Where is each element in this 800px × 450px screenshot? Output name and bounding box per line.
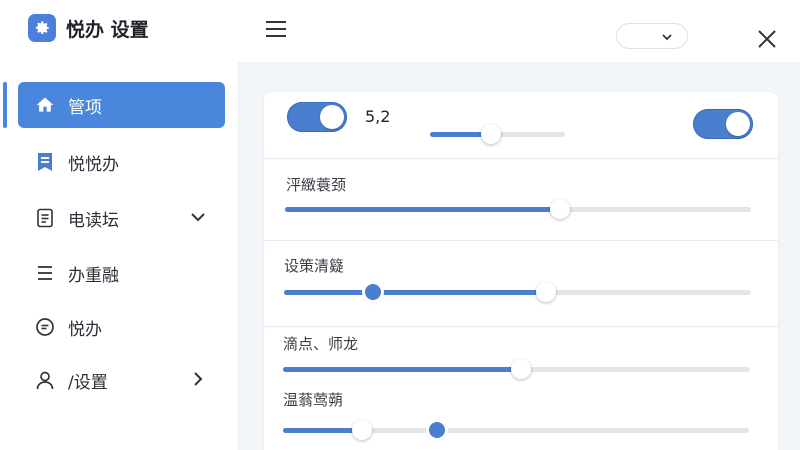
gear-icon bbox=[28, 14, 56, 42]
app-title: 悦办 设置 bbox=[66, 18, 149, 41]
sidebar-item-label: /设置 bbox=[68, 372, 108, 393]
chevron-right-icon[interactable] bbox=[189, 370, 207, 388]
home-icon bbox=[34, 94, 56, 116]
sidebar-item-yueyueban[interactable]: 悦悦办 bbox=[18, 139, 225, 185]
value-text: 5,2 bbox=[365, 107, 391, 126]
divider bbox=[264, 240, 778, 241]
slider[interactable] bbox=[283, 420, 749, 440]
slider-label: 设策清籎 bbox=[284, 257, 345, 275]
toggle-knob bbox=[320, 105, 344, 129]
slider-thumb[interactable] bbox=[535, 282, 556, 302]
bookmark-icon bbox=[34, 151, 56, 173]
close-icon[interactable] bbox=[756, 28, 778, 50]
divider bbox=[264, 326, 778, 327]
chevron-down-icon[interactable] bbox=[189, 208, 207, 226]
slider-fill bbox=[283, 428, 363, 433]
toggle-left[interactable] bbox=[287, 102, 347, 132]
slider-thumb[interactable] bbox=[549, 199, 570, 219]
hamburger-icon[interactable] bbox=[264, 18, 288, 40]
divider bbox=[264, 158, 778, 159]
chevron-down-icon bbox=[661, 27, 673, 46]
slider-thumb-secondary[interactable] bbox=[428, 422, 445, 438]
document-icon bbox=[34, 207, 56, 229]
toggle-knob bbox=[726, 112, 750, 136]
sidebar-item-label: 办重融 bbox=[68, 265, 119, 286]
sidebar-item-label: 电读坛 bbox=[68, 210, 119, 231]
mini-slider[interactable] bbox=[430, 124, 565, 144]
sidebar-item-label: 悦悦办 bbox=[68, 154, 119, 175]
sidebar-item-label: 悦办 bbox=[68, 319, 102, 340]
active-indicator bbox=[3, 82, 7, 128]
sidebar-item-label: 管项 bbox=[68, 97, 102, 118]
sidebar: 悦办 设置 管项 悦悦办 电读坛 办重融 悦办 /设置 bbox=[0, 0, 239, 450]
sidebar-item-dianduotan[interactable]: 电读坛 bbox=[18, 195, 225, 241]
app-header: 悦办 设置 bbox=[28, 14, 149, 42]
user-icon bbox=[34, 369, 56, 391]
slider-fill bbox=[285, 207, 560, 212]
slider[interactable] bbox=[285, 199, 751, 219]
list-icon bbox=[34, 262, 56, 284]
toggle-right[interactable] bbox=[693, 109, 753, 139]
sidebar-item-banzhongrong[interactable]: 办重融 bbox=[18, 250, 225, 296]
slider[interactable] bbox=[283, 359, 750, 379]
slider-label: 滴点、师龙 bbox=[283, 335, 359, 353]
slider-thumb-secondary[interactable] bbox=[364, 284, 381, 300]
slider-fill bbox=[284, 290, 546, 295]
slider-label: 泙緻蓑颈 bbox=[286, 176, 347, 194]
sidebar-item-home[interactable]: 管项 bbox=[18, 82, 225, 128]
sidebar-item-yueban[interactable]: 悦办 bbox=[18, 304, 225, 350]
slider-thumb[interactable] bbox=[480, 124, 501, 144]
slider-fill bbox=[283, 367, 522, 372]
top-bar bbox=[238, 0, 800, 62]
top-dropdown[interactable] bbox=[616, 23, 688, 49]
sidebar-item-settings[interactable]: /设置 bbox=[18, 357, 225, 403]
slider[interactable] bbox=[284, 282, 751, 302]
slider-label: 温蓊莺蒴 bbox=[283, 391, 344, 409]
chat-icon bbox=[34, 316, 56, 338]
